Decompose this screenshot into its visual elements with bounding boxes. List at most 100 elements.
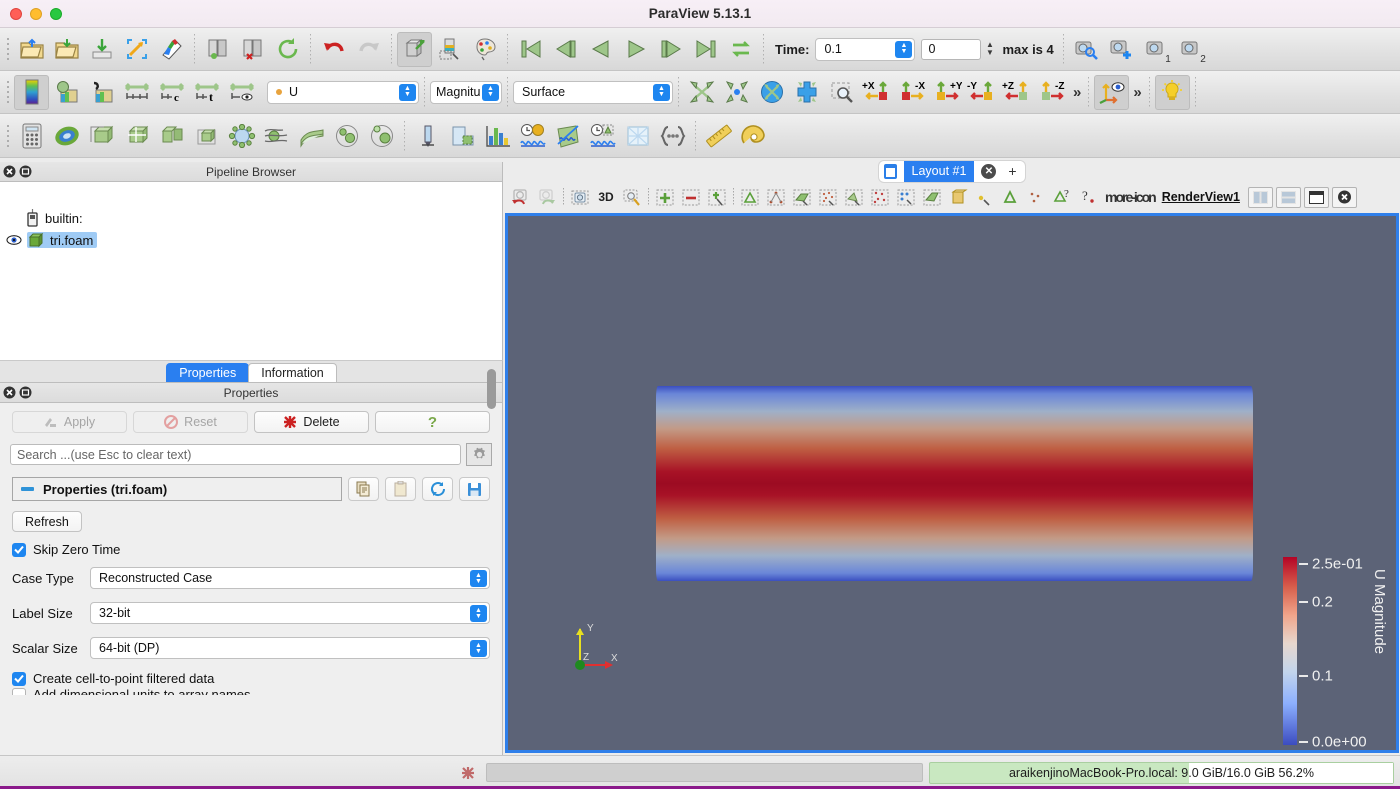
orientation-axes-widget[interactable]: Y X Z xyxy=(568,615,628,675)
select-surface-points-icon[interactable] xyxy=(815,185,841,209)
save-state-icon[interactable] xyxy=(84,32,119,67)
chevron-updown-icon[interactable]: ▲ ▼ xyxy=(895,40,913,58)
hover-points-icon[interactable] xyxy=(945,185,971,209)
representation-select[interactable]: Surface ▲ ▼ xyxy=(513,80,673,104)
save-defaults-icon[interactable] xyxy=(459,477,490,501)
select-frustum-cells-icon[interactable] xyxy=(841,185,867,209)
save-data-icon[interactable] xyxy=(49,32,84,67)
chevron-updown-icon[interactable]: ▲ ▼ xyxy=(399,83,416,101)
paste-icon[interactable] xyxy=(385,477,416,501)
play-reverse-icon[interactable] xyxy=(583,32,618,67)
warp-icon[interactable] xyxy=(294,118,329,153)
toolbar-grip[interactable] xyxy=(3,35,12,63)
load-state-icon[interactable] xyxy=(119,32,154,67)
toolbar-grip[interactable] xyxy=(3,121,12,150)
colormap-editor-icon[interactable] xyxy=(432,32,467,67)
chevron-updown-icon[interactable]: ▲ ▼ xyxy=(470,640,487,657)
plot-data-over-time-icon[interactable] xyxy=(515,118,550,153)
partial-row[interactable]: Add dimensional units to array names xyxy=(0,686,502,695)
component-select[interactable]: Magnitu ▲ ▼ xyxy=(430,80,502,104)
rescale-visible-range-icon[interactable] xyxy=(224,75,259,110)
select-cells-icon[interactable] xyxy=(737,185,763,209)
frame-stepper[interactable]: ▲ ▼ xyxy=(982,39,997,60)
light-kit-icon[interactable] xyxy=(1154,74,1190,110)
mode-3d-icon[interactable]: 3D xyxy=(593,185,619,209)
ruler-icon[interactable] xyxy=(701,118,736,153)
create-cell-to-point-checkbox[interactable] xyxy=(12,671,26,686)
properties-group-header[interactable]: Properties (tri.foam) xyxy=(12,477,342,501)
group-datasets-icon[interactable] xyxy=(329,118,364,153)
copy-icon[interactable] xyxy=(348,477,379,501)
last-frame-icon[interactable] xyxy=(688,32,723,67)
histogram-icon[interactable] xyxy=(480,118,515,153)
extract-level-icon[interactable] xyxy=(364,118,399,153)
render-view-canvas[interactable]: Y X Z 2.5e-01 0.2 0.1 0.0e+00 U Magnitud… xyxy=(505,213,1399,753)
zoom-help-icon[interactable] xyxy=(1023,185,1049,209)
camera-undo-icon[interactable] xyxy=(397,31,432,67)
pipeline-item-builtin[interactable]: builtin: xyxy=(26,208,83,228)
hide-center-icon[interactable] xyxy=(678,185,704,209)
probe-location-icon[interactable] xyxy=(410,118,445,153)
plus-z-icon[interactable]: +Z xyxy=(999,75,1034,110)
scrollbar-thumb[interactable] xyxy=(487,369,496,409)
rescale-visible-icon[interactable] xyxy=(119,75,154,110)
collapse-icon[interactable] xyxy=(21,487,34,491)
render-view-name[interactable]: RenderView1 xyxy=(1162,190,1240,204)
chevron-updown-icon[interactable]: ▲ ▼ xyxy=(482,83,499,101)
zoom-closest-icon[interactable] xyxy=(719,75,754,110)
color-array-select[interactable]: U ▲ ▼ xyxy=(267,80,419,104)
center-axes-icon[interactable] xyxy=(789,75,824,110)
adjust-camera-icon[interactable] xyxy=(567,185,593,209)
minus-x-icon[interactable]: -X xyxy=(894,75,929,110)
select-block-icon[interactable] xyxy=(893,185,919,209)
minus-y-icon[interactable]: -Y xyxy=(964,75,999,110)
select-polygon-icon[interactable] xyxy=(997,185,1023,209)
redo-camera-icon[interactable] xyxy=(534,185,560,209)
save-screenshot-icon[interactable] xyxy=(154,32,189,67)
frame-index-input[interactable]: 0 xyxy=(921,38,982,60)
skip-zero-time-row[interactable]: Skip Zero Time xyxy=(0,532,502,557)
disconnect-server-icon[interactable] xyxy=(235,32,270,67)
label-size-select[interactable]: 32-bit ▲ ▼ xyxy=(90,602,490,624)
zoom-to-data-icon[interactable] xyxy=(619,185,645,209)
plus-x-icon[interactable]: +X xyxy=(859,75,894,110)
memory-usage-widget[interactable]: araikenjinoMacBook-Pro.local: 9.0 GiB/16… xyxy=(929,761,1394,784)
rescale-custom-icon[interactable] xyxy=(84,75,119,110)
previous-frame-icon[interactable] xyxy=(548,32,583,67)
first-frame-icon[interactable] xyxy=(513,32,548,67)
rescale-temporal-icon[interactable]: t xyxy=(189,75,224,110)
magnify-camera-icon[interactable] xyxy=(1069,32,1104,67)
restore-defaults-icon[interactable] xyxy=(422,477,453,501)
rescale-over-time-icon[interactable]: c xyxy=(154,75,189,110)
search-input[interactable]: Search ...(use Esc to clear text) xyxy=(10,444,461,465)
show-center-icon[interactable] xyxy=(652,185,678,209)
plus-y-icon[interactable]: +Y xyxy=(929,75,964,110)
scalar-size-select[interactable]: 64-bit (DP) ▲ ▼ xyxy=(90,637,490,659)
stream-tracer-icon[interactable] xyxy=(259,118,294,153)
glyph-icon[interactable] xyxy=(224,118,259,153)
extract-subset-icon[interactable] xyxy=(189,118,224,153)
more-icon[interactable]: more-icon xyxy=(1101,189,1159,205)
minus-z-icon[interactable]: -Z xyxy=(1034,75,1069,110)
clip-icon[interactable] xyxy=(84,118,119,153)
calculator-icon[interactable] xyxy=(14,118,49,153)
loop-icon[interactable] xyxy=(723,32,758,67)
color-map-icon[interactable] xyxy=(14,74,49,110)
delete-button[interactable]: Delete xyxy=(254,411,369,433)
slice-icon[interactable] xyxy=(119,118,154,153)
close-view-icon[interactable] xyxy=(1331,186,1357,208)
edit-color-legend-icon[interactable] xyxy=(467,32,502,67)
properties-scrollbar[interactable] xyxy=(487,361,496,755)
threshold-icon[interactable] xyxy=(154,118,189,153)
help-triangle-icon[interactable]: ? xyxy=(1049,185,1075,209)
cancel-icon[interactable] xyxy=(456,762,480,784)
reset-camera-icon[interactable] xyxy=(684,75,719,110)
next-frame-icon[interactable] xyxy=(653,32,688,67)
maximize-icon[interactable] xyxy=(1303,186,1329,208)
select-frustum-points-icon[interactable] xyxy=(867,185,893,209)
play-icon[interactable] xyxy=(618,32,653,67)
open-file-icon[interactable] xyxy=(14,32,49,67)
redo-icon[interactable] xyxy=(351,32,386,67)
camera-1-icon[interactable]: 1 xyxy=(1139,32,1174,67)
select-points-icon[interactable] xyxy=(763,185,789,209)
